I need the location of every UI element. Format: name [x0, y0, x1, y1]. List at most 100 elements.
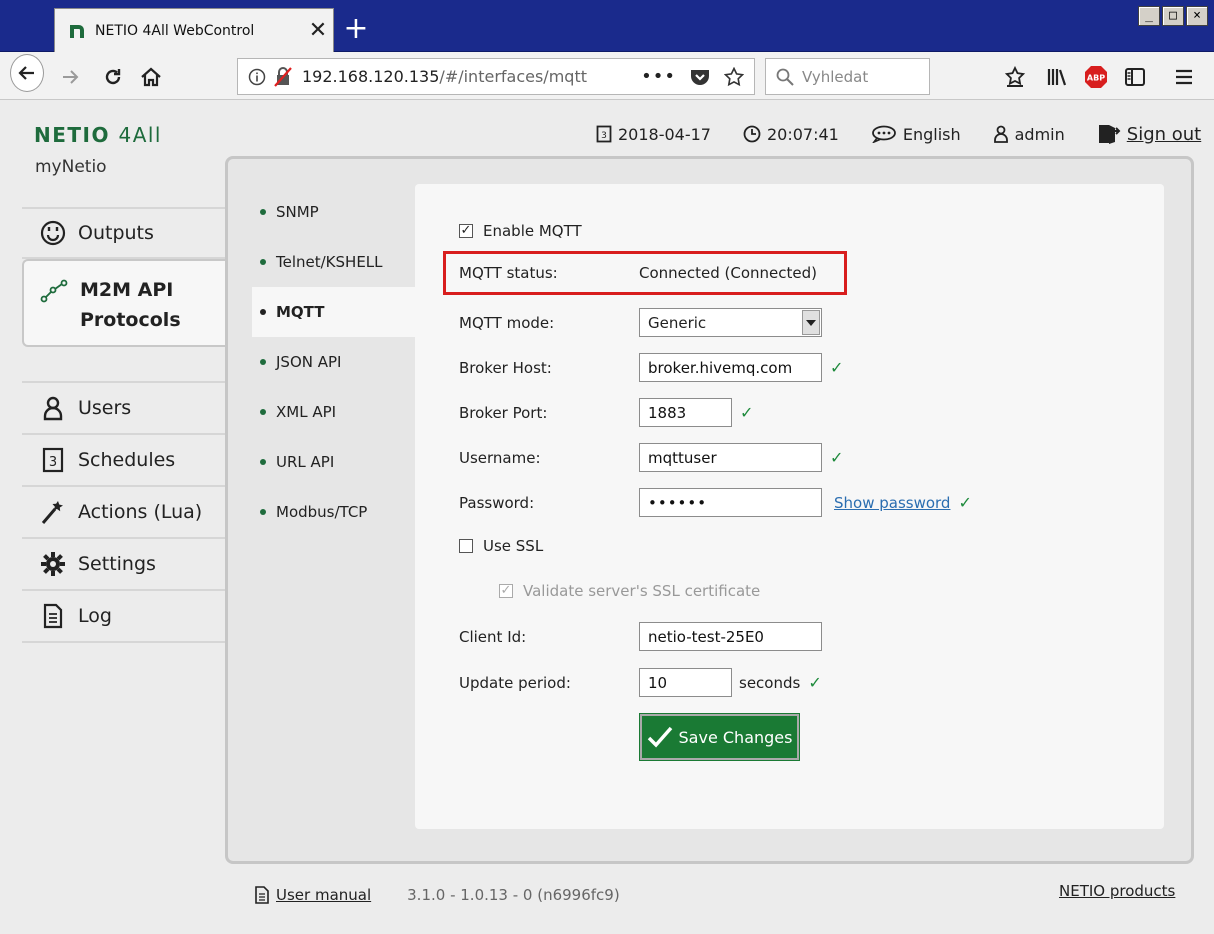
window-controls: _ □ × [1138, 6, 1208, 26]
mqtt-settings-panel: ✓ Enable MQTT MQTT status: Connected (Co… [415, 184, 1164, 829]
page-actions-icon[interactable]: ••• [641, 66, 676, 87]
sidebar-item-label: Outputs [78, 222, 154, 244]
outlet-icon [40, 220, 66, 246]
validate-ssl-row: ✓ Validate server's SSL certificate [499, 582, 760, 600]
mqtt-mode-select[interactable]: Generic [639, 308, 822, 337]
use-ssl-row: Use SSL [459, 537, 543, 555]
back-button[interactable] [10, 54, 44, 92]
m2m-icon [40, 279, 68, 303]
sidebar-item-label-line2: Protocols [80, 309, 181, 331]
sidebar-item-actions[interactable]: Actions (Lua) [22, 487, 226, 539]
language-selector[interactable]: English [871, 125, 961, 144]
subnav-label: Telnet/KSHELL [276, 253, 383, 271]
user-manual-link[interactable]: User manual [276, 886, 371, 904]
broker-host-input[interactable] [639, 353, 822, 382]
reload-button[interactable] [96, 60, 130, 94]
sidebar-item-users[interactable]: Users [22, 383, 226, 435]
calendar-icon: 3 [596, 125, 612, 143]
user-text: admin [1014, 124, 1065, 144]
subnav-item-json-api[interactable]: JSON API [252, 337, 417, 387]
username-label: Username: [459, 448, 541, 467]
broker-host-row: Broker Host: ✓ [459, 353, 843, 382]
sidebar-item-m2m-api[interactable]: M2M API Protocols [22, 259, 226, 347]
home-icon [141, 67, 161, 87]
sidebar-item-settings[interactable]: Settings [22, 539, 226, 591]
home-button[interactable] [134, 60, 168, 94]
close-window-icon[interactable]: × [1186, 6, 1208, 26]
valid-check-icon: ✓ [830, 448, 844, 467]
speech-bubble-icon [871, 125, 896, 143]
sidebar-item-label: Users [78, 397, 132, 419]
date-text: 2018-04-17 [618, 124, 711, 144]
enable-mqtt-row: ✓ Enable MQTT [459, 222, 582, 240]
subnav-item-telnet[interactable]: Telnet/KSHELL [252, 237, 417, 287]
sign-out-icon [1098, 125, 1121, 144]
use-ssl-label: Use SSL [483, 537, 544, 555]
gear-icon [41, 552, 65, 576]
show-password-link[interactable]: Show password [834, 494, 950, 512]
subnav-label: Modbus/TCP [276, 503, 368, 521]
save-changes-button[interactable]: Save Changes [639, 713, 800, 761]
broker-port-label: Broker Port: [459, 403, 548, 422]
password-label: Password: [459, 493, 535, 512]
bookmarks-star-list-button[interactable] [998, 60, 1032, 94]
subnav-label: URL API [276, 453, 335, 471]
maximize-icon[interactable]: □ [1162, 6, 1184, 26]
bookmark-star-icon[interactable] [724, 66, 744, 87]
search-input[interactable] [802, 67, 922, 86]
netio-logo[interactable]: NETIO 4All [34, 123, 162, 147]
forward-arrow-icon [63, 70, 79, 84]
enable-mqtt-checkbox[interactable]: ✓ [459, 224, 473, 238]
sidebar-toggle-button[interactable] [1118, 60, 1152, 94]
browser-nav-bar: 192.168.120.135/#/interfaces/mqtt ••• AB… [0, 52, 1214, 100]
search-bar[interactable] [765, 58, 930, 95]
close-tab-icon[interactable]: ✕ [303, 18, 333, 43]
mqtt-mode-value: Generic [648, 313, 707, 332]
minimize-icon[interactable]: _ [1138, 6, 1160, 26]
url-bar[interactable]: 192.168.120.135/#/interfaces/mqtt ••• [237, 58, 755, 95]
use-ssl-checkbox[interactable] [459, 539, 473, 553]
subnav-item-modbus[interactable]: Modbus/TCP [252, 487, 417, 537]
broker-port-input[interactable] [639, 398, 732, 427]
mqtt-status-label: MQTT status: [459, 264, 558, 282]
save-changes-label: Save Changes [678, 727, 793, 747]
username-input[interactable] [639, 443, 822, 472]
subnav-item-xml-api[interactable]: XML API [252, 387, 417, 437]
menu-button[interactable] [1167, 60, 1201, 94]
mqtt-mode-row: MQTT mode: Generic [459, 308, 822, 337]
sign-out-link[interactable]: Sign out [1097, 123, 1201, 145]
footer-left: User manual 3.1.0 - 1.0.13 - 0 (n6996fc9… [254, 886, 620, 904]
client-id-row: Client Id: [459, 622, 822, 651]
reload-icon [105, 69, 121, 85]
sidebar-item-label: M2M API [80, 279, 174, 301]
sidebar-item-schedules[interactable]: 3 Schedules [22, 435, 226, 487]
subnav-item-snmp[interactable]: SNMP [252, 187, 417, 237]
library-button[interactable] [1040, 60, 1074, 94]
dropdown-arrow-icon [802, 310, 820, 335]
password-input[interactable] [639, 488, 822, 517]
broker-port-row: Broker Port: ✓ [459, 398, 753, 427]
subnav-item-mqtt[interactable]: MQTT [252, 287, 417, 337]
browser-tab[interactable]: NETIO 4All WebControl ✕ [54, 8, 334, 52]
info-icon[interactable] [248, 68, 266, 86]
update-period-input[interactable] [639, 668, 732, 697]
client-id-input[interactable] [639, 622, 822, 651]
validate-ssl-label: Validate server's SSL certificate [523, 582, 761, 600]
validate-ssl-checkbox[interactable]: ✓ [499, 584, 513, 598]
enable-mqtt-label: Enable MQTT [483, 222, 582, 240]
username-row: Username: ✓ [459, 443, 843, 472]
adblock-button[interactable]: ABP [1079, 60, 1113, 94]
time-display: 20:07:41 [743, 125, 839, 144]
svg-text:3: 3 [601, 131, 607, 141]
netio-products-link[interactable]: NETIO products [1059, 882, 1175, 900]
sidebar-item-outputs[interactable]: Outputs [22, 207, 226, 259]
subnav-item-url-api[interactable]: URL API [252, 437, 417, 487]
new-tab-button[interactable]: + [340, 12, 372, 46]
forward-button[interactable] [54, 60, 88, 94]
update-period-unit: seconds [739, 673, 801, 692]
sidebar-item-log[interactable]: Log [22, 591, 226, 643]
pocket-icon[interactable] [690, 68, 710, 86]
broker-host-label: Broker Host: [459, 358, 552, 377]
sidebar-item-label: Settings [78, 553, 156, 575]
insecure-connection-icon[interactable] [274, 66, 292, 87]
